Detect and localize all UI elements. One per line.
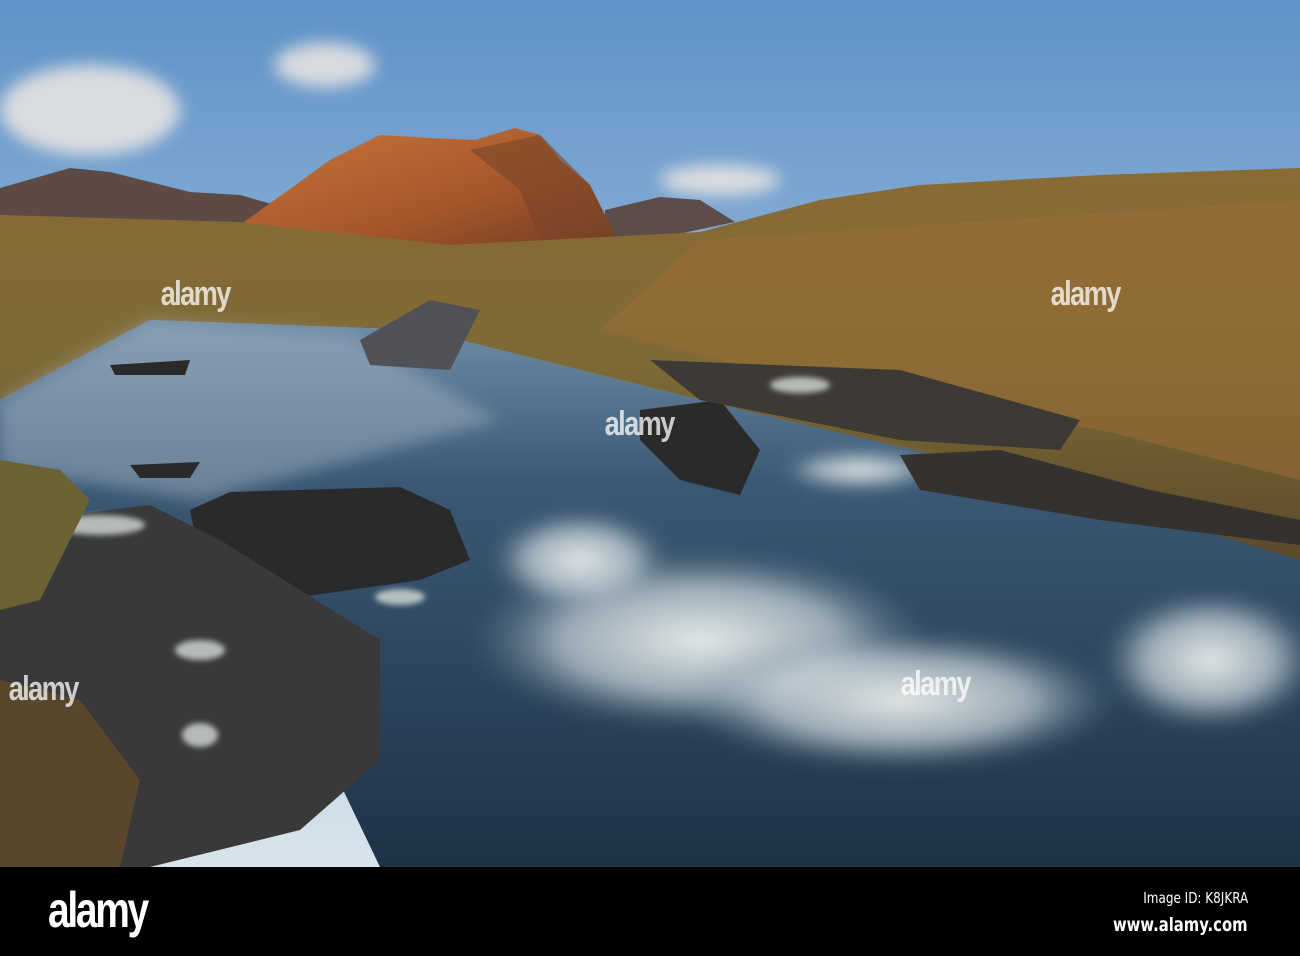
image-id: Image ID: K8JKRA (1142, 889, 1248, 907)
watermark-text: alamy (8, 670, 80, 708)
watermark-text: alamy (1050, 275, 1122, 313)
watermark-text: alamy (604, 405, 676, 443)
alamy-logo: alamy (48, 882, 149, 938)
watermark-text: alamy (160, 275, 232, 313)
watermark-text: alamy (900, 665, 972, 703)
website-url: www.alamy.com (1113, 914, 1248, 936)
watermark-bar: alamy Image ID: K8JKRA www.alamy.com (0, 867, 1300, 956)
